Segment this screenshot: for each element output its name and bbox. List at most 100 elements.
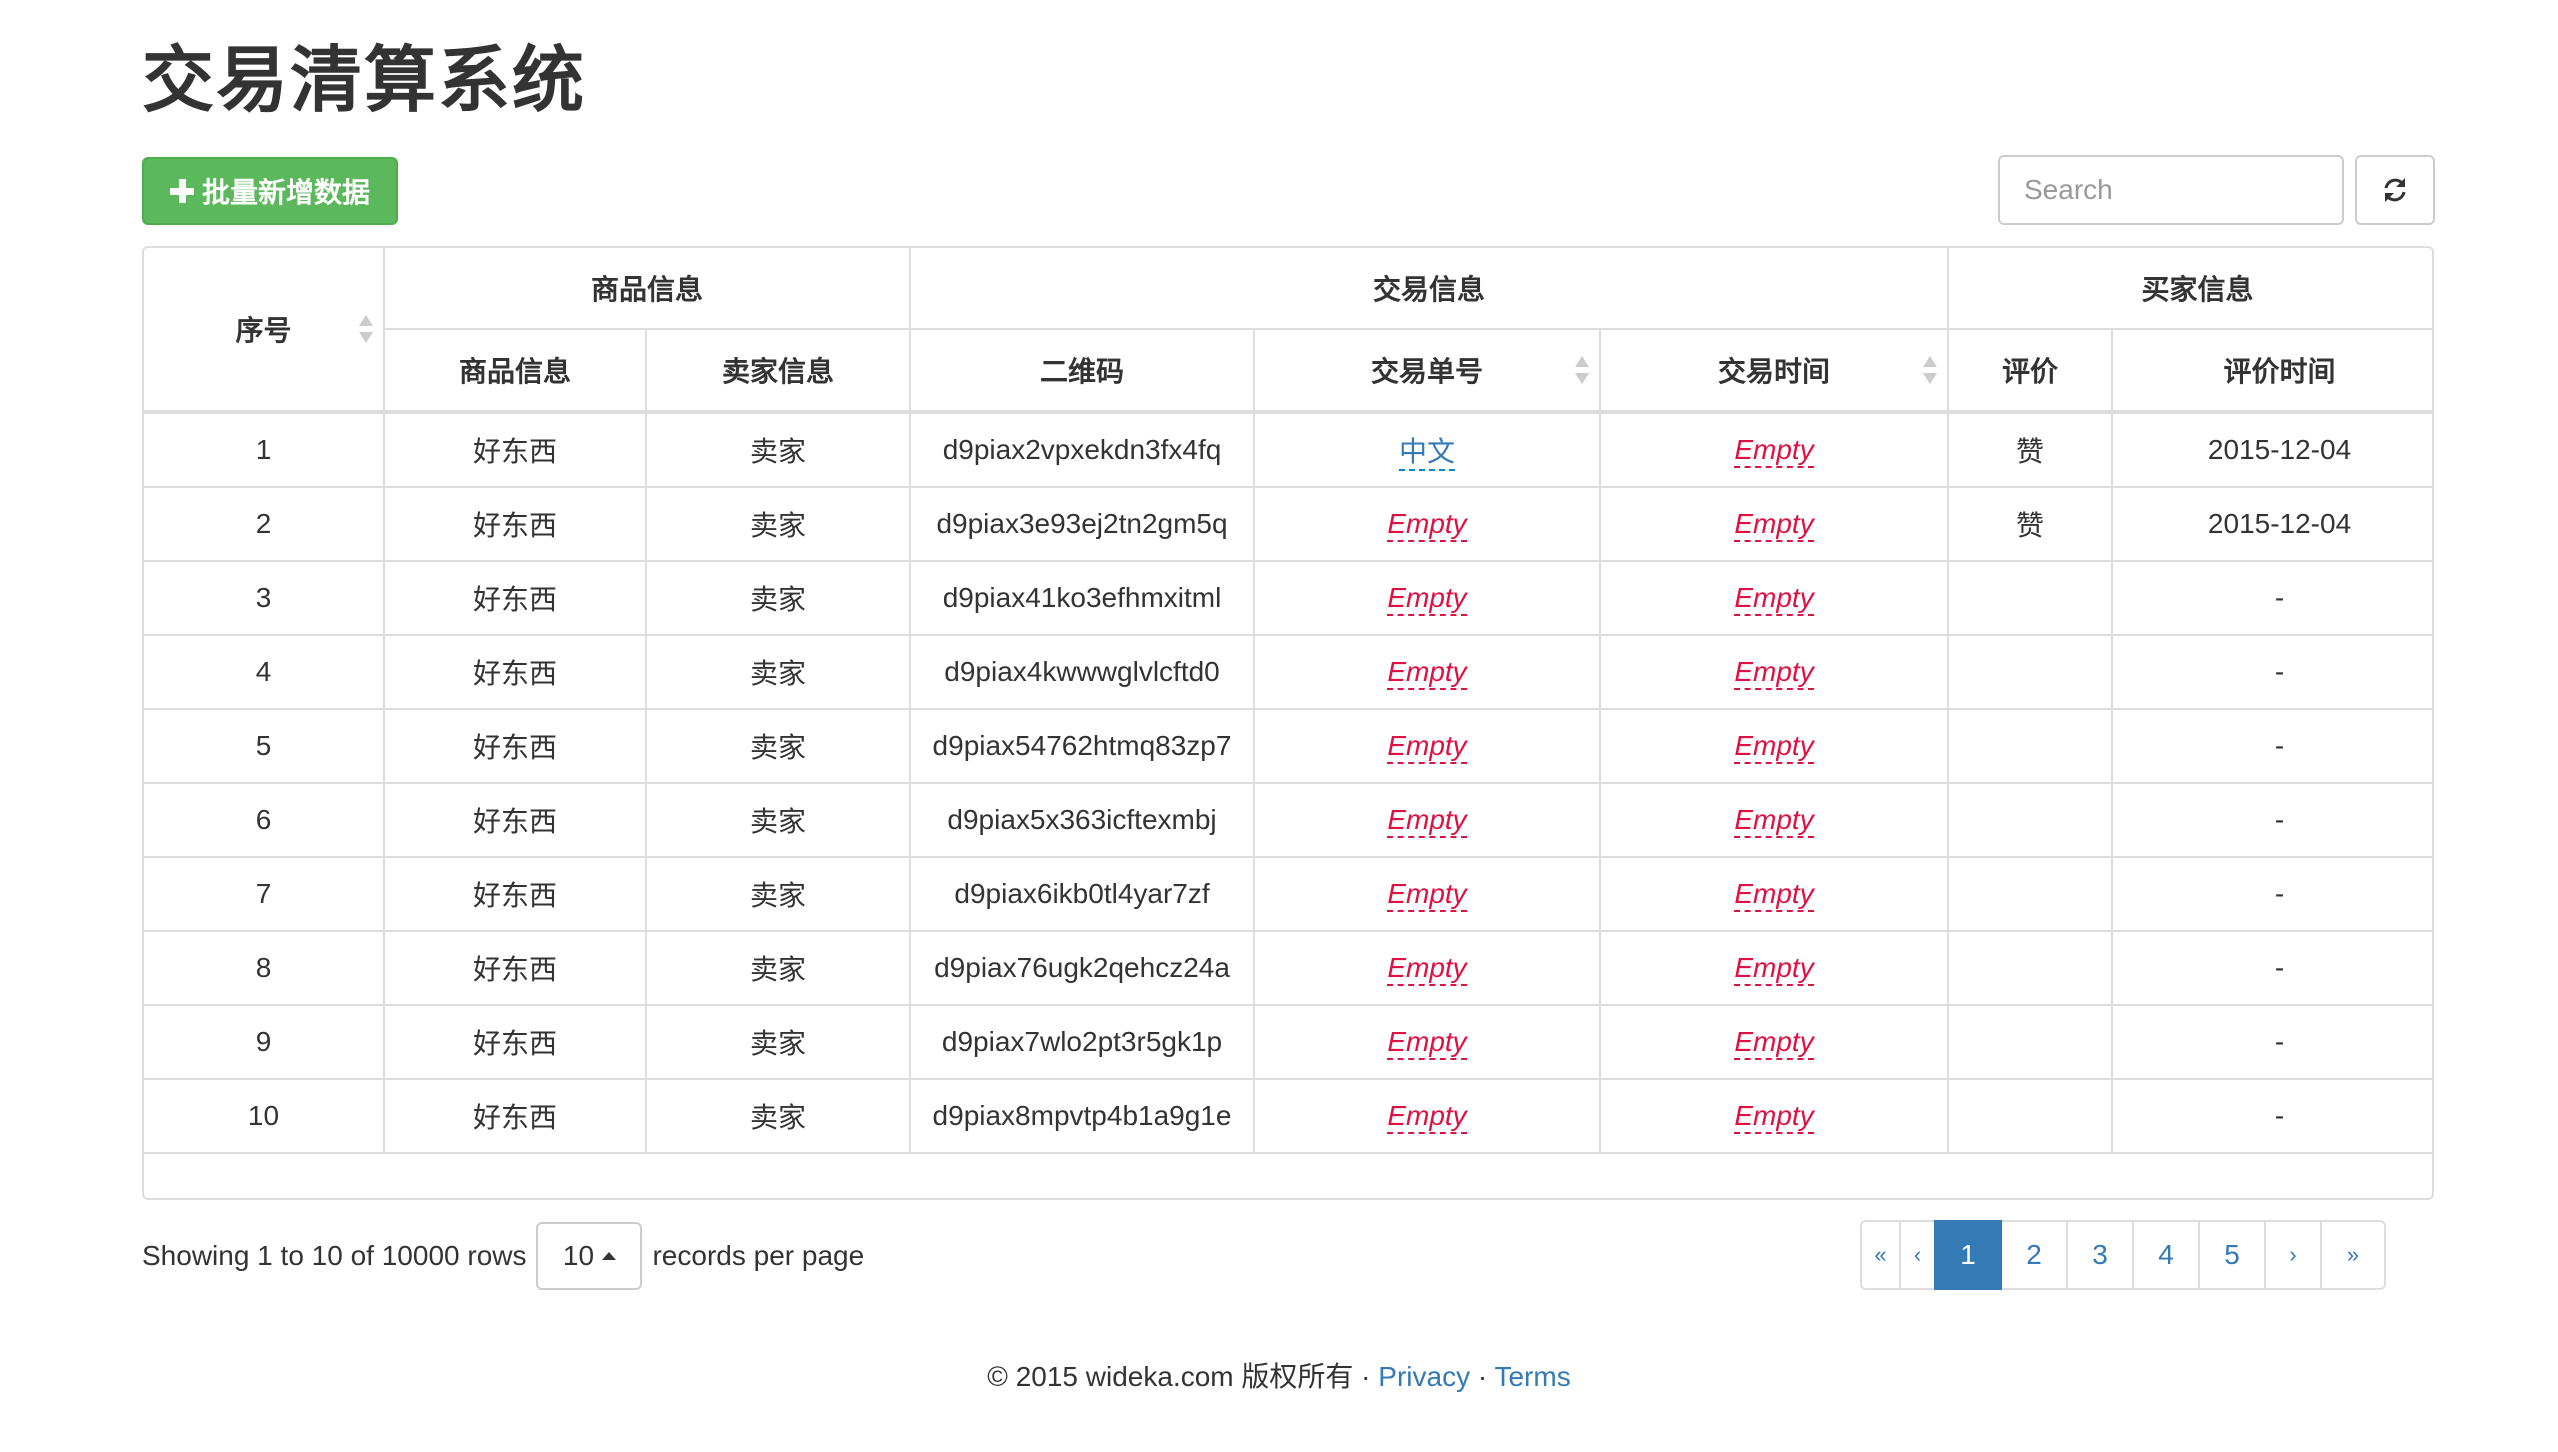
cell-rating: [1947, 930, 2114, 1006]
cell-product: 好东西: [383, 1004, 647, 1080]
cell-seller: 卖家: [644, 782, 912, 858]
editable-link[interactable]: Empty: [1734, 434, 1814, 468]
caret-up-icon: [602, 1252, 617, 1260]
cell-rating: [1947, 560, 2114, 636]
cell-rating-time: -: [2111, 708, 2432, 784]
page-prev-button[interactable]: ‹: [1899, 1220, 1936, 1290]
group-header-trade: 交易信息: [909, 248, 1950, 330]
cell-product: 好东西: [383, 411, 647, 488]
cell-trade-no: Empty: [1253, 856, 1602, 932]
cell-seller: 卖家: [644, 486, 912, 562]
cell-trade-no: 中文: [1253, 411, 1602, 488]
privacy-link[interactable]: Privacy: [1378, 1361, 1470, 1392]
column-header-trade-time[interactable]: 交易时间: [1599, 328, 1950, 414]
column-header-trade-time-label: 交易时间: [1718, 355, 1831, 388]
cell-qr-code: d9piax4kwwwglvlcftd0: [909, 634, 1256, 710]
column-header-trade-no-label: 交易单号: [1371, 355, 1484, 388]
editable-link[interactable]: Empty: [1387, 1100, 1467, 1134]
editable-link[interactable]: Empty: [1734, 730, 1814, 764]
cell-rating-time: 2015-12-04: [2111, 486, 2432, 562]
page-button-4[interactable]: 4: [2132, 1220, 2200, 1290]
cell-seller: 卖家: [644, 708, 912, 784]
table-row: 7 好东西 卖家 d9piax6ikb0tl4yar7zf Empty Empty -: [144, 856, 2432, 932]
editable-link[interactable]: Empty: [1734, 656, 1814, 690]
editable-link[interactable]: Empty: [1387, 582, 1467, 616]
table-row: 6 好东西 卖家 d9piax5x363icftexmbj Empty Empty -: [144, 782, 2432, 858]
column-header-rating-time: 评价时间: [2111, 328, 2432, 414]
page-next-button[interactable]: ›: [2264, 1220, 2322, 1290]
editable-link[interactable]: Empty: [1734, 804, 1814, 838]
table-row: 8 好东西 卖家 d9piax76ugk2qehcz24a Empty Empty -: [144, 930, 2432, 1006]
refresh-icon: [2384, 178, 2406, 202]
cell-trade-no: Empty: [1253, 708, 1602, 784]
editable-link[interactable]: Empty: [1734, 1026, 1814, 1060]
cell-product: 好东西: [383, 1078, 647, 1154]
column-header-seller-info: 卖家信息: [644, 328, 912, 414]
editable-link[interactable]: Empty: [1387, 508, 1467, 542]
editable-link[interactable]: Empty: [1734, 878, 1814, 912]
per-page-text: records per page: [652, 1240, 865, 1271]
editable-link[interactable]: Empty: [1387, 878, 1467, 912]
rights-text: 版权所有: [1241, 1360, 1354, 1393]
cell-index: 3: [144, 560, 385, 636]
cell-trade-no: Empty: [1253, 634, 1602, 710]
cell-trade-time: Empty: [1599, 856, 1950, 932]
table-row: 1 好东西 卖家 d9piax2vpxekdn3fx4fq 中文 Empty 赞 2015-1…: [144, 411, 2432, 488]
editable-link[interactable]: 中文: [1399, 435, 1456, 471]
table-row: 5 好东西 卖家 d9piax54762htmq83zp7 Empty Empty -: [144, 708, 2432, 784]
page-button-5[interactable]: 5: [2198, 1220, 2266, 1290]
cell-rating: [1947, 634, 2114, 710]
cell-index: 2: [144, 486, 385, 562]
cell-rating: 赞: [1947, 411, 2114, 488]
cell-qr-code: d9piax3e93ej2tn2gm5q: [909, 486, 1256, 562]
editable-link[interactable]: Empty: [1387, 730, 1467, 764]
terms-link[interactable]: Terms: [1494, 1361, 1570, 1392]
page-last-button[interactable]: »: [2320, 1220, 2386, 1290]
cell-index: 9: [144, 1004, 385, 1080]
cell-product: 好东西: [383, 856, 647, 932]
page-button-1[interactable]: 1: [1934, 1220, 2002, 1290]
column-header-trade-no[interactable]: 交易单号: [1253, 328, 1602, 414]
cell-trade-time: Empty: [1599, 411, 1950, 488]
footer-separator: ·: [1477, 1361, 1488, 1392]
cell-qr-code: d9piax54762htmq83zp7: [909, 708, 1256, 784]
editable-link[interactable]: Empty: [1734, 952, 1814, 986]
search-input[interactable]: [1998, 155, 2344, 225]
cell-index: 5: [144, 708, 385, 784]
editable-link[interactable]: Empty: [1387, 952, 1467, 986]
cell-trade-time: Empty: [1599, 560, 1950, 636]
cell-rating-time: -: [2111, 856, 2432, 932]
column-header-qr-code: 二维码: [909, 328, 1256, 414]
editable-link[interactable]: Empty: [1387, 804, 1467, 838]
footer: © 2015 wideka.com 版权所有 · Privacy · Terms: [0, 1355, 2558, 1395]
cell-rating: [1947, 1004, 2114, 1080]
cell-index: 6: [144, 782, 385, 858]
cell-trade-time: Empty: [1599, 486, 1950, 562]
cell-product: 好东西: [383, 560, 647, 636]
cell-trade-no: Empty: [1253, 782, 1602, 858]
page-button-3[interactable]: 3: [2066, 1220, 2134, 1290]
cell-rating-time: -: [2111, 782, 2432, 858]
cell-trade-time: Empty: [1599, 930, 1950, 1006]
refresh-button[interactable]: [2355, 155, 2435, 225]
editable-link[interactable]: Empty: [1734, 582, 1814, 616]
cell-index: 4: [144, 634, 385, 710]
cell-trade-no: Empty: [1253, 1078, 1602, 1154]
cell-trade-no: Empty: [1253, 1004, 1602, 1080]
cell-product: 好东西: [383, 486, 647, 562]
page-size-dropdown[interactable]: 10: [536, 1222, 643, 1290]
editable-link[interactable]: Empty: [1734, 508, 1814, 542]
editable-link[interactable]: Empty: [1387, 1026, 1467, 1060]
batch-add-button[interactable]: 批量新增数据: [142, 157, 398, 225]
page-first-button[interactable]: «: [1860, 1220, 1901, 1290]
page-button-2[interactable]: 2: [2000, 1220, 2068, 1290]
cell-trade-no: Empty: [1253, 486, 1602, 562]
table-row: 2 好东西 卖家 d9piax3e93ej2tn2gm5q Empty Empty 赞 201…: [144, 486, 2432, 562]
editable-link[interactable]: Empty: [1387, 656, 1467, 690]
cell-rating-time: -: [2111, 1078, 2432, 1154]
cell-trade-time: Empty: [1599, 634, 1950, 710]
editable-link[interactable]: Empty: [1734, 1100, 1814, 1134]
column-header-index[interactable]: 序号: [144, 248, 385, 414]
page-size-value: 10: [562, 1240, 595, 1271]
cell-seller: 卖家: [644, 1078, 912, 1154]
